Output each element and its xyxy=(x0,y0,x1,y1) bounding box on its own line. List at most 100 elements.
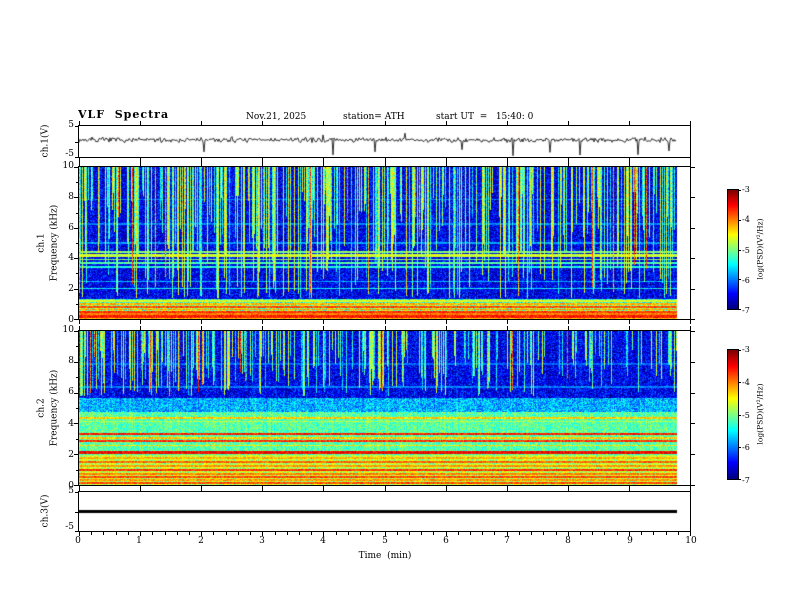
tick-mark xyxy=(75,141,78,143)
spec2-channel-label: ch.2 xyxy=(36,398,47,418)
tick-mark xyxy=(323,487,325,491)
tick-mark xyxy=(555,532,557,535)
tick-mark xyxy=(201,487,203,491)
x-tick: 9 xyxy=(627,536,633,546)
tick-mark xyxy=(335,532,337,535)
tick-mark xyxy=(79,487,80,491)
tick-mark xyxy=(506,487,508,491)
colorbar1-label: log(PSD)(V²/Hz) xyxy=(755,218,765,280)
tick-mark xyxy=(75,157,78,158)
tick-mark xyxy=(76,303,78,305)
tick-mark xyxy=(201,162,203,166)
tick-mark xyxy=(164,532,166,535)
tick-mark xyxy=(739,350,741,351)
tick-mark xyxy=(76,273,78,275)
x-tick: 2 xyxy=(198,536,204,546)
x-tick: 8 xyxy=(565,536,571,546)
ch3-waveform-panel xyxy=(75,487,691,536)
x-tick: 3 xyxy=(259,536,265,546)
start-ut-label: start UT = 15:40: 0 xyxy=(436,112,534,122)
tick-mark xyxy=(739,279,741,281)
tick-mark xyxy=(74,167,78,168)
colorbar-ch2 xyxy=(727,349,741,480)
tick-mark xyxy=(201,320,203,324)
spec1-ylabel: Frequency (kHz) xyxy=(49,204,60,282)
tick-mark xyxy=(739,446,741,448)
x-tick: 0 xyxy=(75,536,81,546)
tick-mark xyxy=(323,121,325,125)
tick-mark xyxy=(690,162,691,166)
tick-mark xyxy=(691,258,695,260)
tick-mark xyxy=(408,532,410,535)
tick-mark xyxy=(103,532,105,535)
spec2-ylabel: Frequency (kHz) xyxy=(49,369,60,447)
tick-mark xyxy=(274,532,276,535)
tick-mark xyxy=(384,162,386,166)
vlf-spectra-figure: VLF Spectra Nov.21, 2025 station= ATH st… xyxy=(0,0,792,612)
tick-mark xyxy=(140,162,142,166)
tick-mark xyxy=(691,454,695,456)
tick-mark xyxy=(74,288,78,290)
tick-mark xyxy=(691,331,695,332)
spec2-ytick: 10 xyxy=(62,325,74,335)
tick-mark xyxy=(482,532,484,535)
tick-mark xyxy=(76,438,78,440)
tick-mark xyxy=(75,531,78,532)
tick-mark xyxy=(347,532,349,535)
tick-mark xyxy=(690,326,691,330)
x-tick: 1 xyxy=(136,536,142,546)
tick-mark xyxy=(115,532,117,535)
ch1-spectrogram-canvas xyxy=(79,167,690,319)
tick-mark xyxy=(677,532,679,535)
tick-mark xyxy=(665,532,667,535)
tick-mark xyxy=(360,532,362,535)
x-tick: 7 xyxy=(504,536,510,546)
tick-mark xyxy=(739,190,741,191)
tick-mark xyxy=(691,197,695,199)
tick-mark xyxy=(75,126,78,127)
tick-mark xyxy=(691,392,695,394)
tick-mark xyxy=(201,326,203,330)
tick-mark xyxy=(74,197,78,199)
x-tick: 10 xyxy=(685,536,697,546)
tick-mark xyxy=(76,182,78,184)
tick-mark xyxy=(76,377,78,379)
tick-mark xyxy=(372,532,374,535)
tick-mark xyxy=(567,162,569,166)
tick-mark xyxy=(531,532,533,535)
station-label: station= ATH xyxy=(343,112,405,122)
tick-mark xyxy=(691,227,695,229)
tick-mark xyxy=(433,532,435,535)
ch1-wave-ytick: -5 xyxy=(65,149,74,159)
tick-mark xyxy=(140,121,142,125)
tick-mark xyxy=(580,532,582,535)
tick-mark xyxy=(690,121,691,125)
cb2-tick: -3 xyxy=(742,345,750,354)
tick-mark xyxy=(691,319,695,320)
tick-mark xyxy=(298,532,300,535)
tick-mark xyxy=(76,346,78,348)
tick-mark xyxy=(421,532,423,535)
tick-mark xyxy=(262,487,264,491)
tick-mark xyxy=(74,319,78,320)
tick-mark xyxy=(75,511,78,513)
tick-mark xyxy=(567,487,569,491)
x-tick: 4 xyxy=(320,536,326,546)
tick-mark xyxy=(384,487,386,491)
ch1-spectrogram-panel xyxy=(74,162,695,324)
tick-mark xyxy=(384,326,386,330)
spec2-ytick: 2 xyxy=(68,450,74,460)
x-tick: 6 xyxy=(443,536,449,546)
tick-mark xyxy=(494,532,496,535)
tick-mark xyxy=(76,408,78,409)
tick-mark xyxy=(445,121,447,125)
tick-mark xyxy=(311,532,313,535)
tick-mark xyxy=(567,326,569,330)
tick-mark xyxy=(74,258,78,260)
colorbar2-label: log(PSD)(V²/Hz) xyxy=(755,383,765,445)
tick-mark xyxy=(74,331,78,332)
tick-mark xyxy=(250,532,252,535)
tick-mark xyxy=(628,162,630,166)
ch3-ytick: -5 xyxy=(65,522,74,532)
tick-mark xyxy=(506,320,508,324)
